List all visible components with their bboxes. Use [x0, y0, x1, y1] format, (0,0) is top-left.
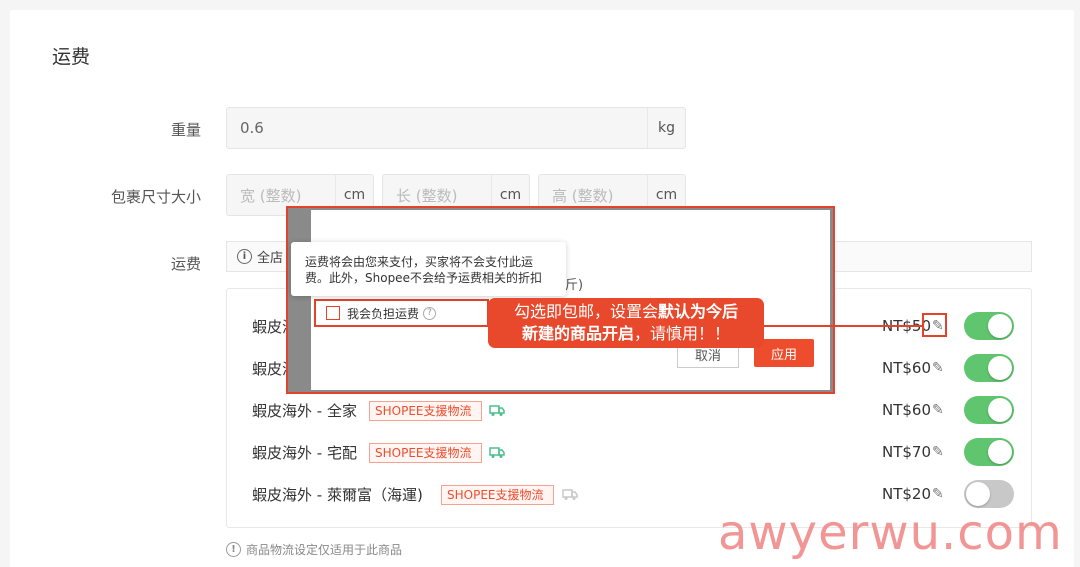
dialog-partial-text: 斤)	[565, 278, 584, 293]
channel-name: 蝦皮海外 - 全家	[252, 402, 357, 420]
channel-name: 蝦皮海外 - 萊爾富（海運)	[252, 486, 423, 504]
channel-price: NT$20	[882, 485, 932, 503]
watermark: awyerwu.com	[718, 505, 1063, 561]
callout-text: 勾选即包邮，设置会	[513, 302, 658, 321]
shipping-label: 运费	[170, 255, 201, 273]
toggle-knob	[966, 482, 990, 506]
tooltip: 运费将会由您来支付，买家将不会支付此运 费。此外，Shopee不会给予运费相关的…	[291, 242, 566, 296]
section-title: 运费	[52, 46, 91, 68]
width-placeholder: 宽 (整数)	[240, 186, 302, 205]
channel-price: NT$60	[882, 401, 932, 419]
channel-toggle[interactable]	[964, 480, 1014, 508]
channel-toggle[interactable]	[964, 396, 1014, 424]
footnote: ! 商品物流设定仅适用于此商品	[226, 541, 402, 558]
weight-value: 0.6	[240, 119, 264, 137]
callout-connector-line	[764, 325, 922, 327]
channel-price: NT$60	[882, 359, 932, 377]
height-placeholder: 高 (整数)	[552, 186, 614, 205]
shopee-logistics-tag: SHOPEE支援物流	[441, 485, 554, 505]
length-placeholder: 长 (整数)	[396, 186, 458, 205]
bear-shipping-checkbox-row[interactable]: 我会负担运费 ?	[314, 299, 489, 327]
toggle-knob	[988, 314, 1012, 338]
checkbox-label: 我会负担运费	[347, 306, 420, 321]
toggle-knob	[988, 398, 1012, 422]
callout-line-1: 勾选即包邮，设置会默认为今后	[488, 301, 764, 323]
info-icon: !	[226, 542, 241, 557]
pencil-highlight-box	[922, 313, 947, 337]
channel-row: 蝦皮海外 - 宅配 SHOPEE支援物流 NT$70 ✎	[227, 433, 1033, 473]
channel-name: 蝦皮海外 - 宅配	[252, 444, 357, 462]
edit-pencil-icon[interactable]: ✎	[932, 360, 944, 376]
toggle-knob	[988, 440, 1012, 464]
weight-unit: kg	[647, 108, 685, 148]
channel-toggle[interactable]	[964, 312, 1014, 340]
shopee-logistics-tag: SHOPEE支援物流	[369, 401, 482, 421]
bear-shipping-checkbox[interactable]	[326, 306, 340, 320]
channel-row: 蝦皮海外 - 全家 SHOPEE支援物流 NT$60 ✎	[227, 391, 1033, 431]
edit-pencil-icon[interactable]: ✎	[932, 486, 944, 502]
toggle-knob	[988, 356, 1012, 380]
truck-icon	[562, 489, 578, 500]
truck-icon	[489, 447, 505, 458]
tooltip-line-2: 费。此外，Shopee不会给予运费相关的折扣	[305, 271, 542, 285]
callout-text: ，请慎用！！	[634, 324, 731, 343]
help-icon[interactable]: ?	[423, 306, 437, 320]
weight-input[interactable]: 0.6 kg	[226, 107, 686, 149]
callout-line-2: 新建的商品开启，请慎用！！	[488, 323, 764, 345]
truck-icon	[489, 405, 505, 416]
shopee-logistics-tag: SHOPEE支援物流	[369, 443, 482, 463]
package-size-label: 包裹尺寸大小	[110, 188, 201, 206]
edit-pencil-icon[interactable]: ✎	[932, 402, 944, 418]
shipping-info-text: 全店	[257, 251, 284, 266]
footnote-text: 商品物流设定仅适用于此商品	[246, 543, 403, 557]
weight-label: 重量	[170, 121, 201, 139]
callout-bold-text: 新建的商品开启	[521, 324, 634, 343]
channel-toggle[interactable]	[964, 354, 1014, 382]
annotation-callout: 勾选即包邮，设置会默认为今后 新建的商品开启，请慎用！！	[488, 298, 764, 348]
channel-price: NT$70	[882, 443, 932, 461]
callout-bold-text: 默认为今后	[658, 302, 739, 321]
info-icon: i	[237, 249, 252, 264]
edit-pencil-icon[interactable]: ✎	[932, 444, 944, 460]
channel-toggle[interactable]	[964, 438, 1014, 466]
tooltip-line-1: 运费将会由您来支付，买家将不会支付此运	[305, 255, 534, 269]
